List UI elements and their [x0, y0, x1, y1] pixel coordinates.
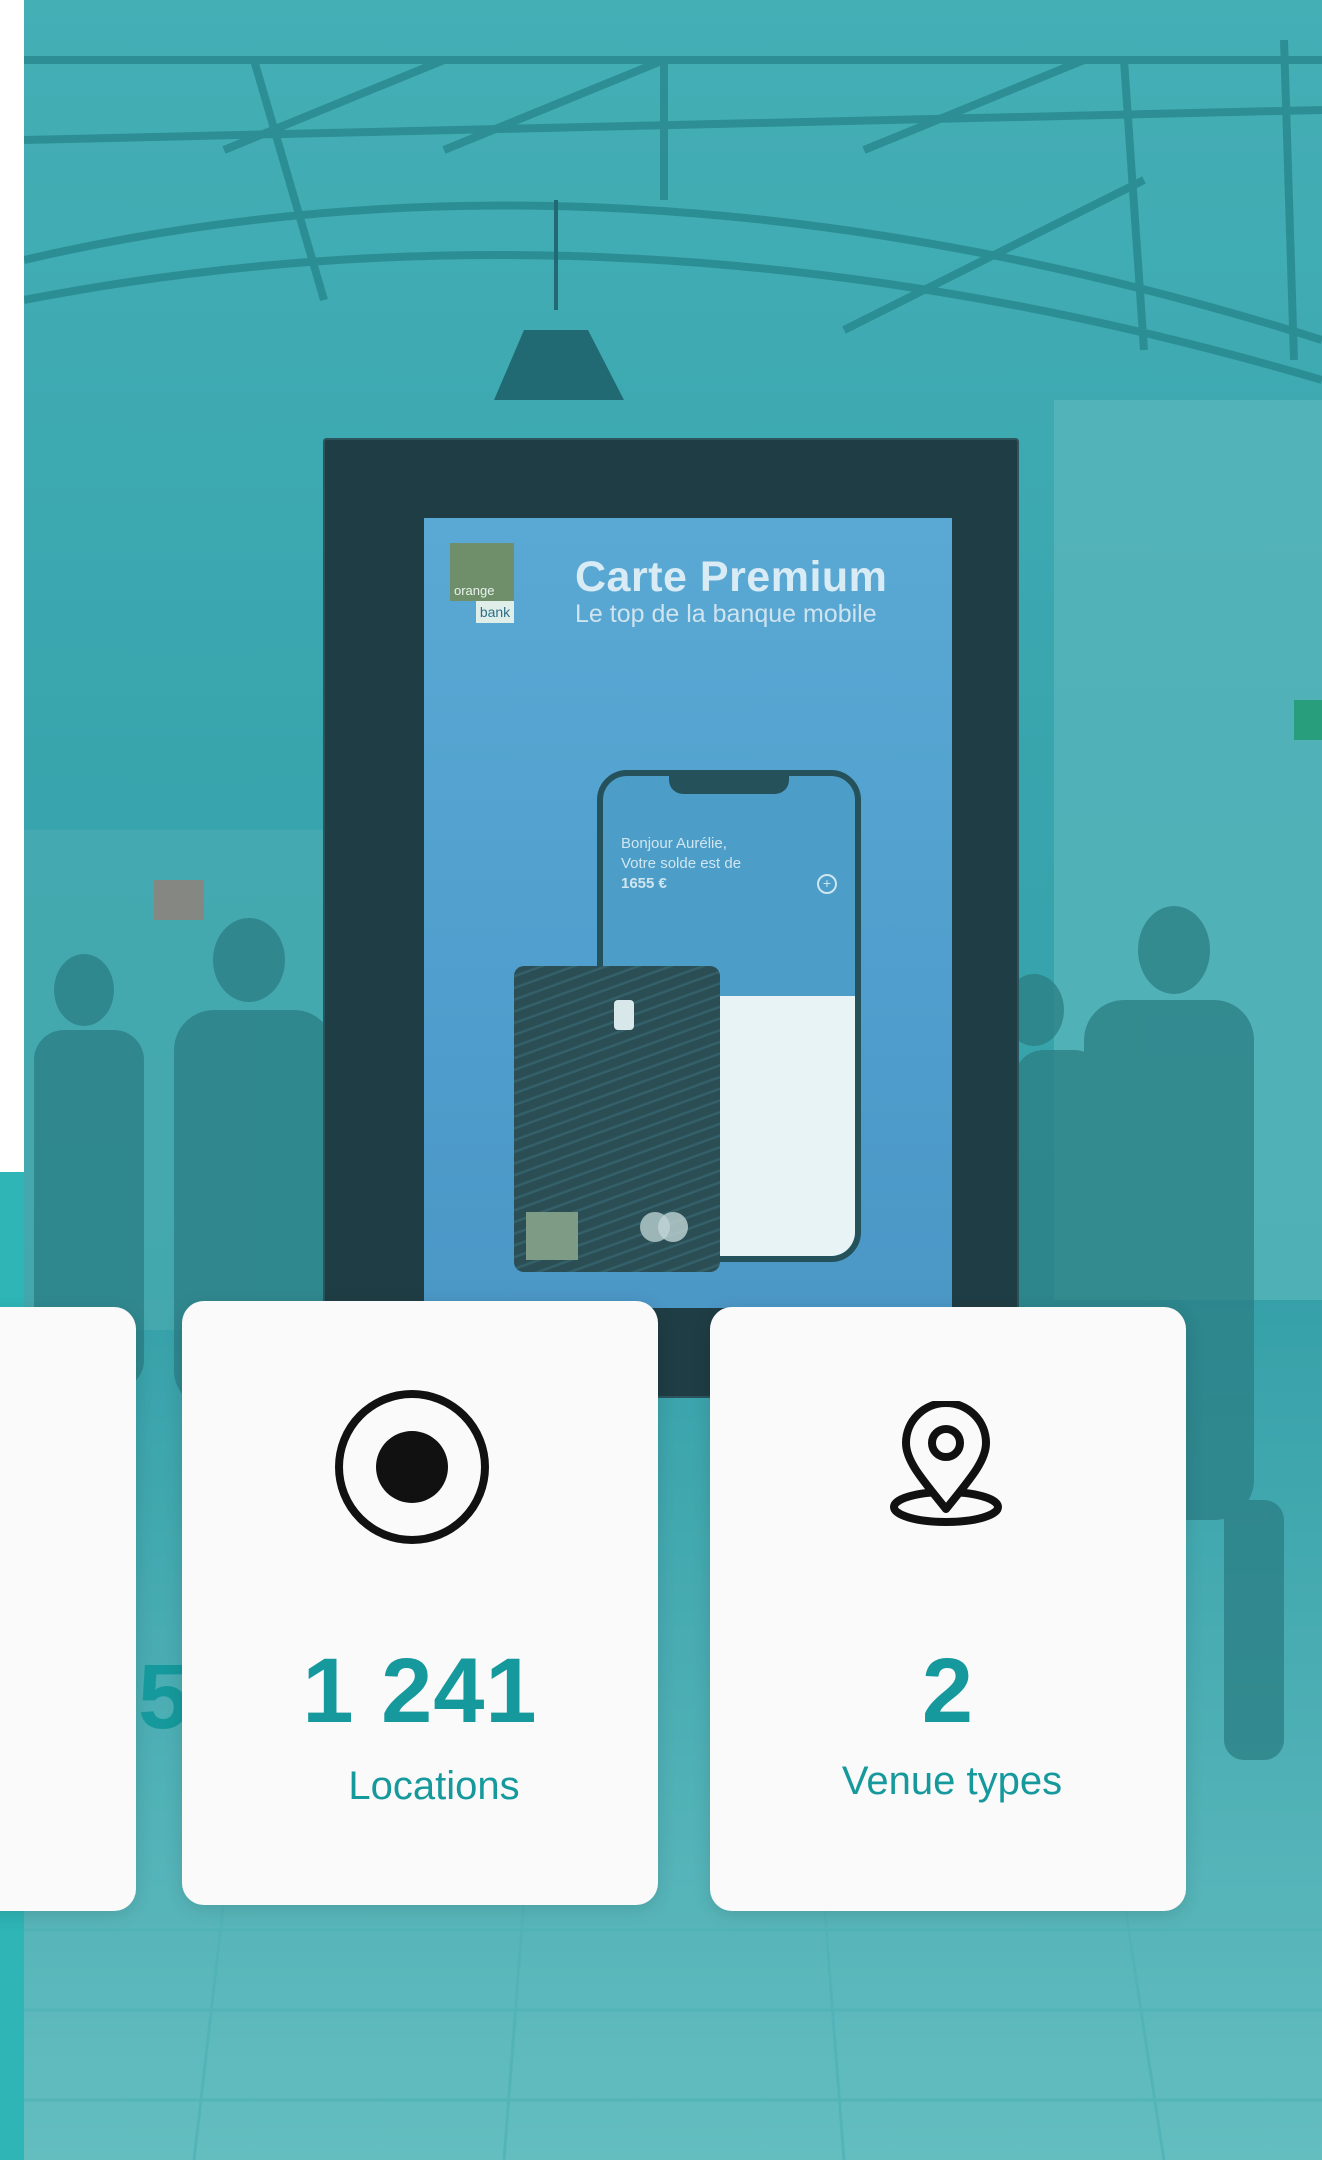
map-pin-icon: [886, 1399, 1006, 1534]
logo-text-bank: bank: [476, 601, 514, 623]
stat-label-locations: Locations: [348, 1764, 520, 1808]
bank-card-mockup: [514, 966, 720, 1272]
logo-text-orange: orange: [454, 583, 495, 598]
orange-bank-logo: orange bank: [450, 543, 514, 623]
chip-icon: [614, 1000, 634, 1030]
stat-card-partial: [0, 1307, 136, 1911]
card-logo: [526, 1212, 578, 1260]
plus-icon: +: [817, 874, 837, 894]
stat-label-venue-types: Venue types: [841, 1759, 1063, 1803]
stat-card-locations: 1 241 Locations: [182, 1301, 658, 1905]
stat-card-venue-types: 2 Venue types: [710, 1307, 1186, 1911]
record-circle-icon: [332, 1387, 492, 1552]
left-strip-white: [0, 0, 24, 1172]
phone-greeting: Bonjour Aurélie, Votre solde est de 1655…: [621, 835, 742, 892]
ad-title: Carte Premium: [575, 553, 888, 601]
ad-subtitle: Le top de la banque mobile: [575, 600, 877, 628]
stat-value-venue-types: 2: [921, 1640, 975, 1742]
stat-value-locations: 1 241: [302, 1640, 538, 1742]
